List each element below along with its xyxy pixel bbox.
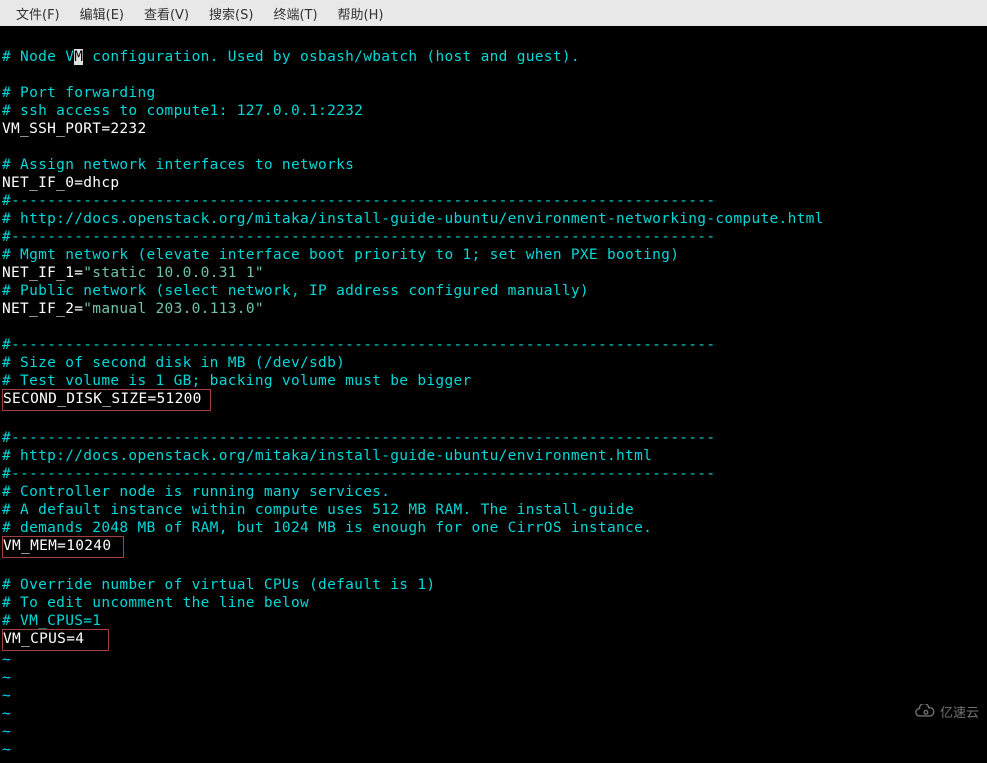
watermark-text: 亿速云 [940, 702, 979, 721]
watermark: 亿速云 [914, 702, 979, 721]
code-line: # Size of second disk in MB (/dev/sdb) [2, 355, 345, 371]
code-line: NET_IF_0=dhcp [2, 175, 119, 191]
code-line: # http://docs.openstack.org/mitaka/insta… [2, 211, 824, 227]
highlighted-setting-cpus: VM_CPUS=4 [2, 629, 109, 651]
code-line: # VM_CPUS=1 [2, 613, 101, 629]
text-cursor: M [74, 49, 83, 65]
code-line: # demands 2048 MB of RAM, but 1024 MB is… [2, 520, 652, 536]
menu-search[interactable]: 搜索(S) [199, 0, 263, 27]
empty-line-tilde: ~ [2, 652, 11, 668]
code-line: #---------------------------------------… [2, 337, 715, 353]
code-line: # To edit uncomment the line below [2, 595, 309, 611]
code-line: #---------------------------------------… [2, 229, 715, 245]
code-line: # Test volume is 1 GB; backing volume mu… [2, 373, 472, 389]
code-line: NET_IF_1="static 10.0.0.31 1" [2, 265, 264, 281]
menubar: 文件(F) 编辑(E) 查看(V) 搜索(S) 终端(T) 帮助(H) [0, 0, 987, 26]
empty-line-tilde: ~ [2, 724, 11, 740]
empty-line-tilde: ~ [2, 706, 11, 722]
code-line: # A default instance within compute uses… [2, 502, 634, 518]
menu-file[interactable]: 文件(F) [6, 0, 70, 27]
code-line: VM_SSH_PORT=2232 [2, 121, 146, 137]
menu-help[interactable]: 帮助(H) [328, 0, 394, 27]
menu-terminal[interactable]: 终端(T) [263, 0, 327, 27]
code-line: #---------------------------------------… [2, 430, 715, 446]
menu-view[interactable]: 查看(V) [134, 0, 199, 27]
code-line: # ssh access to compute1: 127.0.0.1:2232 [2, 103, 363, 119]
code-line: #---------------------------------------… [2, 466, 715, 482]
empty-line-tilde: ~ [2, 688, 11, 704]
code-line: # Controller node is running many servic… [2, 484, 390, 500]
menu-edit[interactable]: 编辑(E) [70, 0, 134, 27]
terminal-editor[interactable]: # Node VM configuration. Used by osbash/… [0, 26, 987, 763]
highlighted-setting-mem: VM_MEM=10240 [2, 536, 124, 558]
code-line: # Mgmt network (elevate interface boot p… [2, 247, 679, 263]
code-line: #---------------------------------------… [2, 193, 715, 209]
code-line: # http://docs.openstack.org/mitaka/insta… [2, 448, 652, 464]
code-line: NET_IF_2="manual 203.0.113.0" [2, 301, 264, 317]
code-line: # Public network (select network, IP add… [2, 283, 589, 299]
empty-line-tilde: ~ [2, 670, 11, 686]
code-line: # Assign network interfaces to networks [2, 157, 354, 173]
code-line: # Node VM configuration. Used by osbash/… [2, 49, 580, 65]
cloud-icon [914, 704, 936, 720]
code-line: # Port forwarding [2, 85, 156, 101]
code-line: # Override number of virtual CPUs (defau… [2, 577, 435, 593]
highlighted-setting-disk: SECOND_DISK_SIZE=51200 [2, 389, 211, 411]
empty-line-tilde: ~ [2, 742, 11, 758]
